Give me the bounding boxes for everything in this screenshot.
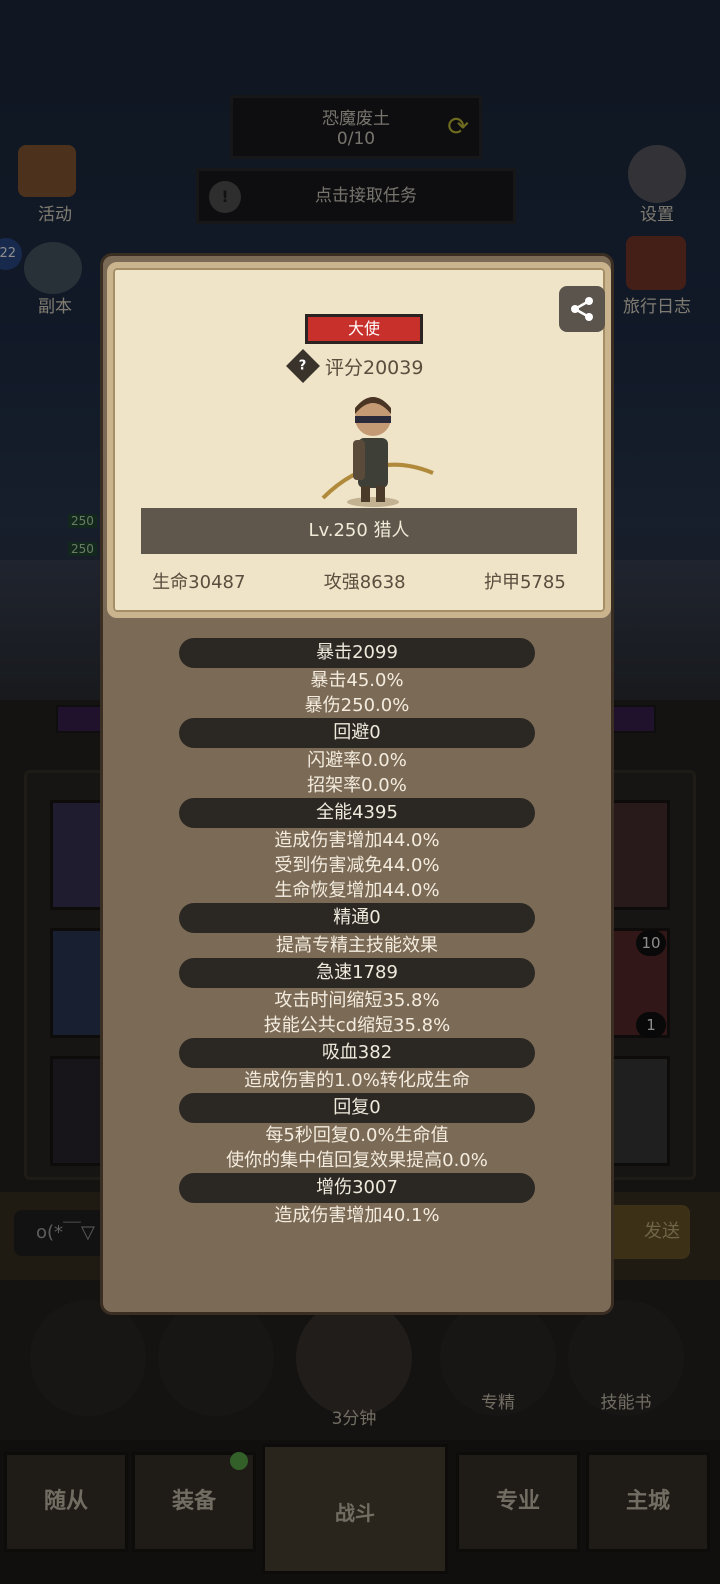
attribute-line: 技能公共cd缩短35.8% (263, 1015, 451, 1036)
attribute-line: 每5秒回复0.0%生命值 (265, 1125, 449, 1146)
attribute-line: 招架率0.0% (307, 775, 407, 796)
attribute-group: 吸血382 造成伤害的1.0%转化成生命 (103, 1038, 611, 1093)
attribute-group: 急速1789 攻击时间缩短35.8% 技能公共cd缩短35.8% (103, 958, 611, 1038)
core-stats: 生命30487 攻强8638 护甲5785 (113, 568, 605, 594)
attribute-group: 增伤3007 造成伤害增加40.1% (103, 1173, 611, 1228)
versatility-header: 全能4395 (179, 798, 535, 828)
score-row: ? 评分20039 (286, 349, 424, 383)
level-class-bar: Lv.250 猎人 (141, 508, 577, 554)
attribute-group: 全能4395 造成伤害增加44.0% 受到伤害减免44.0% 生命恢复增加44.… (103, 798, 611, 903)
attribute-line: 生命恢复增加44.0% (274, 880, 440, 901)
hunter-avatar (321, 397, 434, 507)
character-card: 大使 ? 评分20039 Lv.250 猎人 生命30487 攻强8638 护甲… (107, 262, 611, 618)
share-button[interactable] (559, 286, 605, 332)
share-icon (571, 297, 593, 321)
attribute-line: 暴击45.0% (310, 670, 404, 691)
lifesteal-header: 吸血382 (179, 1038, 535, 1068)
character-detail-dialog: 大使 ? 评分20039 Lv.250 猎人 生命30487 攻强8638 护甲… (100, 253, 614, 1315)
hp-stat: 生命30487 (152, 572, 246, 593)
attribute-group: 暴击2099 暴击45.0% 暴伤250.0% (103, 638, 611, 718)
attack-stat: 攻强8638 (323, 572, 406, 593)
attribute-line: 暴伤250.0% (304, 695, 410, 716)
crit-header: 暴击2099 (179, 638, 535, 668)
dodge-header: 回避0 (179, 718, 535, 748)
armor-stat: 护甲5785 (483, 572, 566, 593)
attribute-line: 造成伤害增加40.1% (274, 1205, 440, 1226)
damage-bonus-header: 增伤3007 (179, 1173, 535, 1203)
attribute-line: 闪避率0.0% (307, 750, 407, 771)
score-value: 评分20039 (325, 356, 424, 379)
attribute-line: 造成伤害的1.0%转化成生命 (244, 1070, 470, 1091)
attribute-line: 攻击时间缩短35.8% (274, 990, 440, 1011)
rank-badge: 大使 (305, 314, 423, 344)
regen-header: 回复0 (179, 1093, 535, 1123)
attribute-line: 受到伤害减免44.0% (274, 855, 440, 876)
attribute-group: 精通0 提高专精主技能效果 (103, 903, 611, 958)
mastery-header: 精通0 (179, 903, 535, 933)
attribute-line: 使你的集中值回复效果提高0.0% (226, 1150, 488, 1171)
haste-header: 急速1789 (179, 958, 535, 988)
attribute-group: 回复0 每5秒回复0.0%生命值 使你的集中值回复效果提高0.0% (103, 1093, 611, 1173)
attribute-line: 提高专精主技能效果 (276, 935, 438, 956)
attribute-list: 暴击2099 暴击45.0% 暴伤250.0% 回避0 闪避率0.0% 招架率0… (103, 638, 611, 1228)
attribute-group: 回避0 闪避率0.0% 招架率0.0% (103, 718, 611, 798)
attribute-line: 造成伤害增加44.0% (274, 830, 440, 851)
